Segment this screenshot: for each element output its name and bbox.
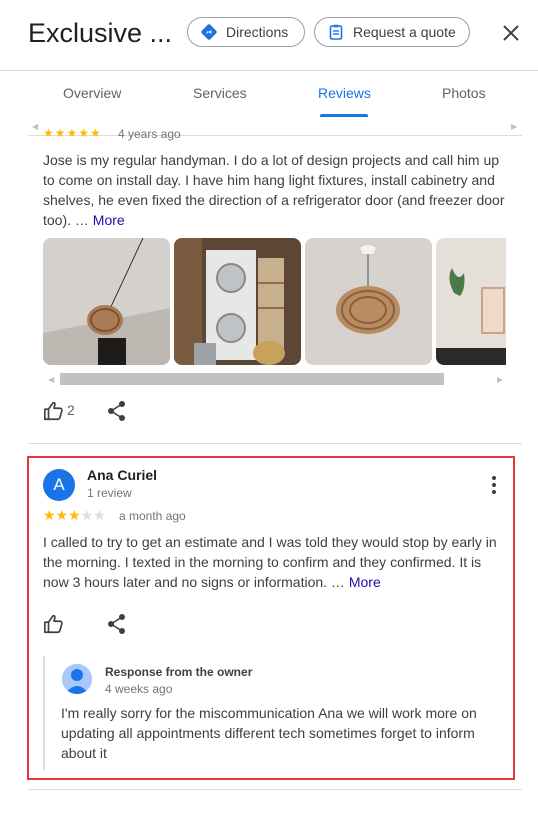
owner-response-time: 4 weeks ago bbox=[105, 682, 173, 696]
owner-response-text: I'm really sorry for the miscommunicatio… bbox=[61, 705, 477, 761]
scroll-left-icon[interactable]: ◀ bbox=[32, 122, 38, 131]
photos-scroll-left-icon[interactable]: ◀ bbox=[48, 375, 54, 384]
tab-photos[interactable]: Photos bbox=[442, 85, 486, 101]
review1-like-count: 2 bbox=[67, 402, 75, 418]
tabs-divider bbox=[28, 135, 522, 136]
review1-more-link[interactable]: More bbox=[93, 212, 125, 228]
review2-text: I called to try to get an estimate and I… bbox=[43, 532, 503, 592]
directions-label: Directions bbox=[226, 24, 289, 40]
directions-icon bbox=[200, 23, 218, 41]
thumbs-up-icon bbox=[44, 614, 63, 634]
review1-like-button[interactable] bbox=[43, 400, 65, 427]
clipboard-icon bbox=[327, 23, 345, 41]
owner-avatar-icon bbox=[62, 664, 92, 694]
review2-stars: ★★★★★ bbox=[43, 507, 106, 523]
request-quote-button[interactable]: Request a quote bbox=[314, 17, 470, 47]
bottom-divider bbox=[28, 789, 522, 790]
share-icon bbox=[108, 614, 125, 634]
directions-button[interactable]: Directions bbox=[187, 17, 305, 47]
active-tab-indicator bbox=[320, 114, 368, 117]
place-header: Exclusive ... Directions Request a quote bbox=[0, 0, 538, 71]
tab-reviews[interactable]: Reviews bbox=[318, 85, 371, 101]
photos-scroll-right-icon[interactable]: ▶ bbox=[497, 375, 503, 384]
review1-time: 4 years ago bbox=[118, 127, 181, 141]
request-quote-label: Request a quote bbox=[353, 24, 456, 40]
tab-overview[interactable]: Overview bbox=[63, 85, 121, 101]
review-photo-lamp-2[interactable] bbox=[305, 238, 432, 365]
tab-bar: Overview Services Reviews Photos bbox=[0, 70, 538, 120]
photos-scrollbar[interactable] bbox=[60, 373, 444, 385]
reviewer-review-count: 1 review bbox=[87, 486, 132, 500]
more-options-icon[interactable] bbox=[489, 475, 499, 495]
review2-more-link[interactable]: More bbox=[349, 574, 381, 590]
review-photo-washer[interactable] bbox=[174, 238, 301, 365]
reviewer-name[interactable]: Ana Curiel bbox=[87, 467, 157, 483]
review2-time: a month ago bbox=[119, 509, 186, 523]
review-divider bbox=[28, 443, 522, 444]
review-photo-wall[interactable] bbox=[436, 238, 506, 365]
share-icon bbox=[108, 401, 125, 421]
place-title: Exclusive ... bbox=[28, 18, 173, 48]
owner-response-bar bbox=[43, 656, 45, 770]
review1-share-button[interactable] bbox=[107, 400, 127, 427]
review1-stars: ★★★★★ bbox=[43, 126, 102, 140]
review2-like-button[interactable] bbox=[43, 613, 65, 640]
owner-response-title: Response from the owner bbox=[105, 665, 253, 679]
scroll-right-icon[interactable]: ▶ bbox=[511, 122, 517, 131]
review1-text: Jose is my regular handyman. I do a lot … bbox=[43, 150, 513, 230]
review-photo-lamp-1[interactable] bbox=[43, 238, 170, 365]
review2-body: I called to try to get an estimate and I… bbox=[43, 534, 497, 590]
close-icon[interactable] bbox=[500, 22, 522, 44]
review2-share-button[interactable] bbox=[107, 613, 127, 640]
thumbs-up-icon bbox=[44, 401, 63, 421]
tab-services[interactable]: Services bbox=[193, 85, 247, 101]
reviewer-avatar[interactable]: A bbox=[43, 469, 75, 501]
